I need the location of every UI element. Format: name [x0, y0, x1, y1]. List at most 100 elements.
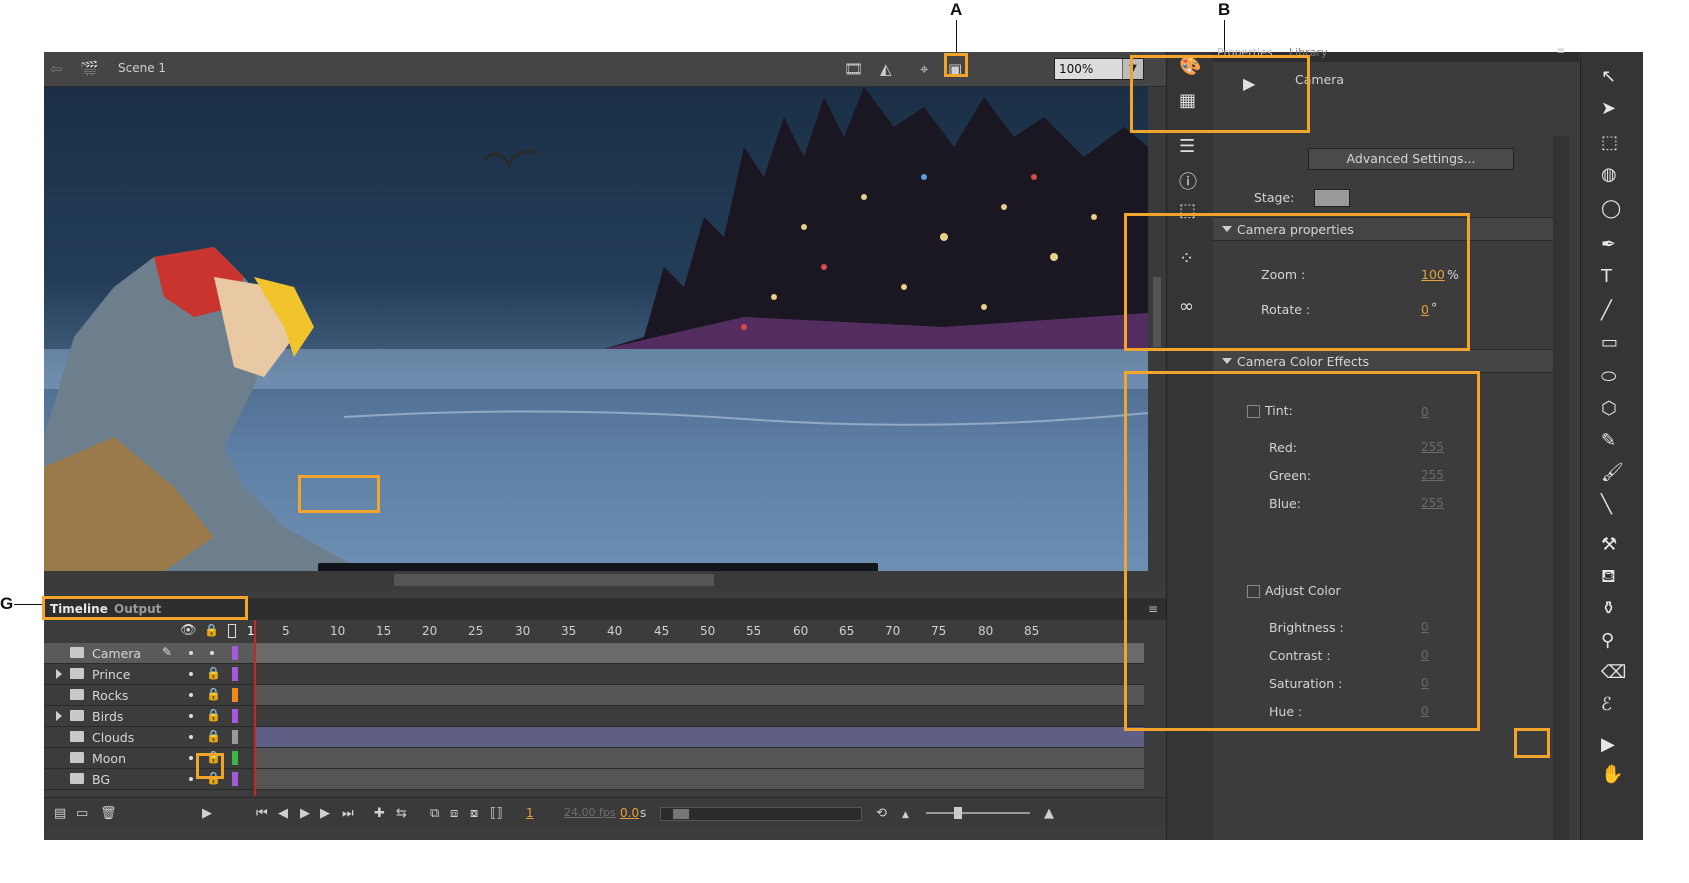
brightness-value[interactable]: 0 [1421, 620, 1429, 634]
chevron-down-icon[interactable]: ▼ [1122, 59, 1143, 79]
info-icon[interactable]: ⓘ [1179, 168, 1197, 194]
3d-rotation-tool-icon[interactable]: ◍ [1601, 164, 1617, 185]
pencil-tool-icon[interactable]: ✎ [1601, 430, 1616, 451]
align-icon[interactable]: ☰ [1179, 136, 1195, 157]
step-forward-icon[interactable]: ▶ [320, 806, 330, 821]
goto-first-frame-icon[interactable]: ⏮ [256, 806, 268, 821]
lock-icon[interactable]: 🔒 [206, 666, 221, 680]
visibility-dot[interactable] [189, 756, 193, 760]
lock-icon[interactable]: 🔒 [206, 708, 221, 722]
scroll-thumb[interactable] [394, 574, 714, 586]
visibility-dot[interactable] [189, 693, 193, 697]
layer-name[interactable]: Moon [92, 751, 126, 766]
show-hide-all-icon[interactable]: 👁 [180, 623, 197, 638]
hue-value[interactable]: 0 [1421, 704, 1429, 718]
layer-color-swatch[interactable] [232, 751, 238, 765]
hand-tool-icon[interactable]: ✋ [1601, 764, 1623, 785]
stage-color-swatch[interactable] [1314, 189, 1350, 207]
scroll-thumb[interactable] [1153, 277, 1161, 347]
line-tool-icon[interactable]: ╱ [1601, 300, 1612, 321]
rotate-value[interactable]: 0 [1421, 302, 1429, 317]
lasso-tool-icon[interactable]: ◯ [1601, 198, 1621, 219]
expand-arrow-icon[interactable] [56, 669, 62, 679]
creative-cloud-icon[interactable]: ∞ [1179, 296, 1194, 317]
timeline-scrollbar[interactable] [660, 807, 862, 821]
frame-track-clouds[interactable] [254, 727, 1144, 748]
layer-name[interactable]: Camera [92, 646, 141, 661]
layer-color-swatch[interactable] [232, 709, 238, 723]
properties-scrollbar[interactable] [1553, 136, 1569, 840]
new-layer-icon[interactable]: ▤ [54, 806, 66, 821]
tab-timeline[interactable]: Timeline [50, 602, 108, 616]
step-back-icon[interactable]: ◀ [278, 806, 288, 821]
timeline-ruler[interactable]: 👁 🔒 1 5 10 15 20 25 30 35 40 45 50 55 60… [44, 620, 1166, 642]
add-camera-icon[interactable]: ▶ [202, 806, 212, 821]
zoom-select[interactable]: 100% ▼ [1054, 58, 1144, 80]
paint-brush-tool-icon[interactable]: 🖌 [1601, 462, 1624, 483]
back-arrow-icon[interactable]: ⇦ [50, 60, 63, 78]
layer-color-swatch[interactable] [232, 688, 238, 702]
frame-track-moon[interactable] [254, 748, 1144, 769]
onion-outlines-icon[interactable]: ⧈ [450, 806, 458, 821]
green-value[interactable]: 255 [1421, 468, 1444, 482]
modify-markers-icon[interactable]: ⟦⟧ [490, 806, 503, 821]
delete-layer-icon[interactable]: 🗑 [100, 806, 117, 821]
lock-icon[interactable]: 🔒 [206, 771, 221, 785]
frame-track-rocks[interactable] [254, 685, 1144, 706]
visibility-dot[interactable] [189, 672, 193, 676]
edit-scene-icon[interactable]: 🎞 [844, 60, 863, 78]
expand-arrow-icon[interactable] [56, 711, 62, 721]
tab-output[interactable]: Output [114, 602, 161, 616]
tab-properties[interactable]: Properties [1217, 46, 1273, 59]
tint-checkbox[interactable] [1247, 405, 1260, 418]
center-stage-icon[interactable]: ⌖ [920, 60, 928, 78]
edit-symbols-icon[interactable]: ◭ [880, 60, 892, 78]
new-folder-icon[interactable]: ▭ [76, 806, 88, 821]
rectangle-tool-icon[interactable]: ▭ [1601, 332, 1618, 353]
free-transform-tool-icon[interactable]: ⬚ [1601, 132, 1618, 153]
scroll-thumb[interactable] [673, 809, 689, 819]
camera-properties-header[interactable]: Camera properties [1213, 217, 1553, 241]
layer-row-camera[interactable]: Camera ✎ [44, 643, 254, 664]
layer-row-birds[interactable]: Birds 🔒 [44, 706, 254, 727]
layer-name[interactable]: Rocks [92, 688, 128, 703]
camera-tool-icon[interactable]: ▶ [1601, 734, 1615, 755]
brush-tool-icon[interactable]: ╲ [1601, 494, 1612, 515]
edit-multiple-frames-icon[interactable]: ⧇ [470, 806, 478, 821]
layer-name[interactable]: BG [92, 772, 110, 787]
onion-skin-icon[interactable]: ⧉ [430, 806, 439, 821]
layer-color-swatch[interactable] [232, 772, 238, 786]
lock-icon[interactable]: 🔒 [206, 750, 221, 764]
layer-name[interactable]: Prince [92, 667, 130, 682]
selection-tool-icon[interactable]: ↖ [1601, 66, 1616, 87]
transform-icon[interactable]: ⬚ [1179, 200, 1196, 221]
paint-bucket-tool-icon[interactable]: ⛾ [1601, 566, 1616, 590]
frame-track-camera[interactable] [254, 643, 1144, 664]
blue-value[interactable]: 255 [1421, 496, 1444, 510]
polystar-tool-icon[interactable]: ⬡ [1601, 398, 1617, 419]
eyedropper-tool-icon[interactable]: ⚲ [1601, 630, 1614, 651]
slider-knob[interactable] [954, 807, 962, 819]
tab-library[interactable]: Library [1289, 46, 1327, 59]
visibility-dot[interactable] [189, 735, 193, 739]
timeline-zoom-slider[interactable] [926, 807, 1030, 819]
frame-track-bg[interactable] [254, 769, 1144, 790]
visibility-dot[interactable] [189, 714, 193, 718]
eraser-tool-icon[interactable]: ⌫ [1601, 662, 1626, 683]
layer-color-swatch[interactable] [232, 730, 238, 744]
layer-row-bg[interactable]: BG 🔒 [44, 769, 254, 790]
current-frame[interactable]: 1 [526, 806, 534, 820]
oval-tool-icon[interactable]: ⬭ [1601, 366, 1616, 387]
pen-tool-icon[interactable]: ✒ [1601, 234, 1616, 255]
zoom-value[interactable]: 100 [1421, 267, 1445, 282]
stage-vertical-scrollbar[interactable] [1148, 87, 1166, 571]
lock-all-icon[interactable]: 🔒 [204, 623, 219, 637]
loop-icon[interactable]: ⇆ [396, 806, 407, 821]
panel-menu-icon[interactable]: ≡ [1148, 602, 1158, 616]
lock-icon[interactable]: 🔒 [206, 729, 221, 743]
visibility-dot[interactable] [189, 777, 193, 781]
adjust-color-checkbox[interactable] [1247, 585, 1260, 598]
frame-rate[interactable]: 24.00 fps [564, 806, 616, 819]
swatches-grid-icon[interactable]: ▦ [1179, 90, 1196, 111]
frame-track-prince[interactable] [254, 664, 1144, 685]
